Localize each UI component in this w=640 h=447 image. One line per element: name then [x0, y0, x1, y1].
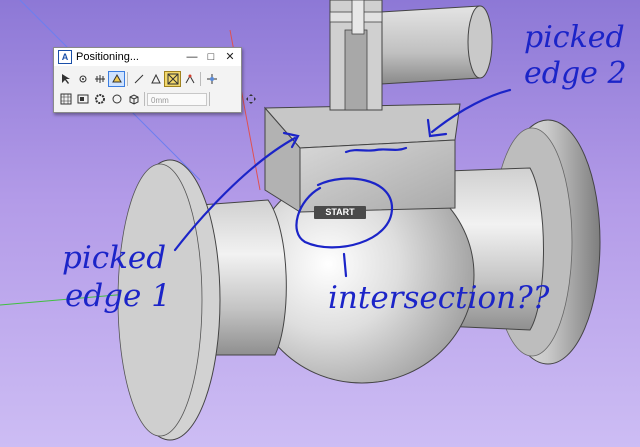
positioning-dialog[interactable]: A Positioning... — □ ✕ 0mm	[53, 47, 256, 113]
annotation-picked-edge-2-line2: edge 2	[524, 56, 627, 91]
toolbar-separator	[209, 92, 210, 106]
annotation-picked-edge-1-line2: edge 1	[65, 278, 171, 314]
stem-top	[351, 0, 365, 35]
point-snap-icon[interactable]	[74, 71, 91, 87]
face-snap-icon[interactable]	[108, 71, 125, 87]
gear-icon[interactable]	[91, 91, 108, 107]
box-icon[interactable]	[74, 91, 91, 107]
mid-snap-icon[interactable]	[91, 71, 108, 87]
toolbar-separator	[200, 72, 201, 86]
move-snap-icon[interactable]	[203, 71, 220, 87]
dialog-titlebar[interactable]: A Positioning... — □ ✕	[54, 48, 241, 66]
3d-viewport[interactable]: START picked edge 2 picked edge 1 inters…	[0, 0, 640, 447]
minimize-button[interactable]: —	[184, 48, 200, 66]
move-icon[interactable]	[242, 91, 259, 107]
distance-field[interactable]: 0mm	[147, 92, 207, 106]
dialog-toolbar-row-2: 0mm	[57, 90, 259, 108]
select-arrow-icon[interactable]	[57, 71, 74, 87]
stem-yoke-slot	[344, 29, 368, 111]
annotation-intersection: intersection??	[328, 280, 550, 316]
dialog-title: Positioning...	[76, 51, 139, 63]
intersection-snap-icon[interactable]	[164, 71, 181, 87]
app-logo-icon: A	[58, 50, 72, 64]
cube-icon[interactable]	[125, 91, 142, 107]
triangle-icon[interactable]	[147, 71, 164, 87]
annotation-picked-edge-2-line1: picked	[524, 20, 625, 55]
dialog-toolbar-row-1	[57, 70, 220, 88]
start-marker[interactable]: START	[314, 206, 366, 219]
vertex-snap-icon[interactable]	[181, 71, 198, 87]
grid-icon[interactable]	[57, 91, 74, 107]
close-button[interactable]: ✕	[222, 48, 238, 66]
circle-icon[interactable]	[108, 91, 125, 107]
toolbar-separator	[127, 72, 128, 86]
top-pipe-end	[467, 5, 493, 79]
annotation-picked-edge-1-line1: picked	[62, 240, 167, 276]
toolbar-separator	[144, 92, 145, 106]
maximize-button[interactable]: □	[203, 48, 219, 66]
line-icon[interactable]	[130, 71, 147, 87]
